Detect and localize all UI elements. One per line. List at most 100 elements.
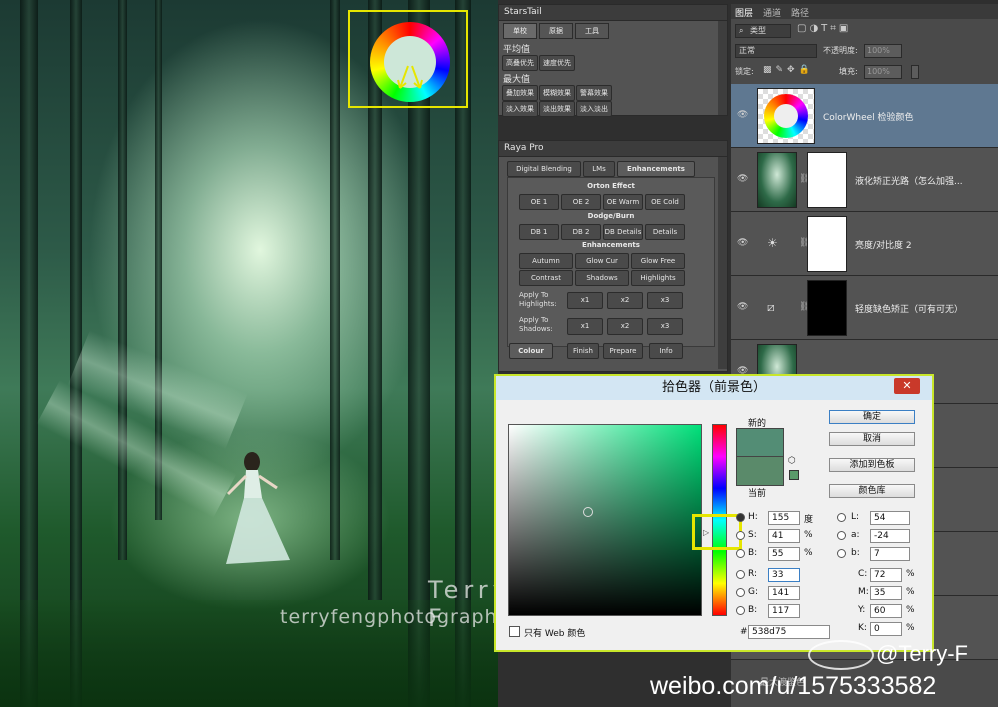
web-safe-swatch[interactable] (789, 470, 799, 480)
g-radio[interactable] (736, 588, 745, 597)
lab-b-input[interactable]: 7 (870, 547, 910, 561)
close-button[interactable]: ✕ (894, 378, 920, 394)
contrast-button[interactable]: Contrast (519, 270, 573, 286)
highlights-x1-button[interactable]: x1 (567, 292, 603, 309)
shadows-button[interactable]: Shadows (575, 270, 629, 286)
lock-icons[interactable]: ▩✎✥🔒 (763, 65, 814, 75)
highlights-x3-button[interactable]: x3 (647, 292, 683, 309)
curtain-effect-button[interactable]: 警幕效果 (576, 85, 612, 101)
current-color-swatch[interactable] (736, 456, 784, 486)
color-libraries-button[interactable]: 颜色库 (829, 484, 915, 498)
shadows-x3-button[interactable]: x3 (647, 318, 683, 335)
eye-icon[interactable]: 👁 (737, 174, 748, 184)
quality-first-button[interactable]: 高叠优先 (502, 55, 538, 71)
oe1-button[interactable]: OE 1 (519, 194, 559, 210)
tab-lms[interactable]: LMs (583, 161, 615, 177)
highlights-x2-button[interactable]: x2 (607, 292, 643, 309)
tab-source[interactable]: 原据 (539, 23, 573, 39)
fade-in-out-button[interactable]: 淡入淡出 (576, 101, 612, 117)
ok-button[interactable]: 确定 (829, 410, 915, 424)
photo-canvas[interactable]: Terry F terryfengphotography.lofter.com (0, 0, 498, 707)
layer-filter-select[interactable]: ⌕ 类型 (735, 24, 791, 38)
saturation-brightness-field[interactable] (508, 424, 702, 616)
oe-cold-button[interactable]: OE Cold (645, 194, 685, 210)
blend-mode-select[interactable]: 正常 (735, 44, 817, 58)
tab-prepare[interactable]: Prepare (603, 343, 643, 359)
filter-kind-value: 类型 (750, 26, 766, 35)
r-input[interactable]: 33 (768, 568, 800, 582)
layer-colorwheel[interactable]: 👁 ColorWheel 检验颜色 (731, 84, 998, 148)
a-input[interactable]: -24 (870, 529, 910, 543)
add-to-swatches-button[interactable]: 添加到色板 (829, 458, 915, 472)
layer-color-correction[interactable]: 👁 ⧄ ⛓ 轻度缺色矫正（可有可无） (731, 276, 998, 340)
section-average: 平均值 (503, 45, 531, 55)
oe2-button[interactable]: OE 2 (561, 194, 601, 210)
glow-free-button[interactable]: Glow Free (631, 253, 685, 269)
a-radio[interactable] (837, 531, 846, 540)
r-radio[interactable] (736, 570, 745, 579)
h-input[interactable]: 155 (768, 511, 800, 525)
eye-icon[interactable]: 👁 (737, 238, 748, 248)
highlights-button[interactable]: Highlights (631, 270, 685, 286)
blue-input[interactable]: 117 (768, 604, 800, 618)
k-label: K: (858, 623, 867, 633)
h-radio[interactable] (736, 513, 745, 522)
oe-warm-button[interactable]: OE Warm (603, 194, 643, 210)
tab-channels[interactable]: 通道 (763, 6, 781, 19)
tab-layers[interactable]: 图层 (735, 6, 753, 19)
tab-finish[interactable]: Finish (567, 343, 599, 359)
b-input[interactable]: 55 (768, 547, 800, 561)
shadows-x1-button[interactable]: x1 (567, 318, 603, 335)
tab-tools[interactable]: 工具 (575, 23, 609, 39)
tab-digital-blending[interactable]: Digital Blending (507, 161, 581, 177)
glow-cur-button[interactable]: Glow Cur (575, 253, 629, 269)
blur-effect-button[interactable]: 模糊效果 (539, 85, 575, 101)
shadows-x2-button[interactable]: x2 (607, 318, 643, 335)
hex-input[interactable]: 538d75 (748, 625, 830, 639)
tab-single[interactable]: 单校 (503, 23, 537, 39)
fade-out-button[interactable]: 淡出效果 (539, 101, 575, 117)
scrollbar[interactable] (718, 21, 727, 115)
layer-brightness-contrast[interactable]: 👁 ☀ ⛓ 亮度/对比度 2 (731, 212, 998, 276)
db1-button[interactable]: DB 1 (519, 224, 559, 240)
tab-info[interactable]: Info (649, 343, 683, 359)
k-input[interactable]: 0 (870, 622, 902, 636)
eye-icon[interactable]: 👁 (737, 110, 748, 120)
details-button[interactable]: Details (645, 224, 685, 240)
stack-effect-button[interactable]: 叠加效果 (502, 85, 538, 101)
g-input[interactable]: 141 (768, 586, 800, 600)
tab-paths[interactable]: 路径 (791, 6, 809, 19)
blue-radio[interactable] (736, 606, 745, 615)
b-radio[interactable] (736, 549, 745, 558)
autumn-button[interactable]: Autumn (519, 253, 573, 269)
layer-liquify[interactable]: 👁 ⛓ 液化矫正光路（怎么加强... (731, 148, 998, 212)
color-cursor[interactable] (583, 507, 593, 517)
m-input[interactable]: 35 (870, 586, 902, 600)
fade-in-button[interactable]: 淡入效果 (502, 101, 538, 117)
opacity-input[interactable]: 100% (864, 44, 902, 58)
db2-button[interactable]: DB 2 (561, 224, 601, 240)
filter-icons[interactable]: ▢◑T⌗▣ (797, 23, 851, 34)
eye-icon[interactable]: 👁 (737, 302, 748, 312)
tab-colour[interactable]: Colour (509, 343, 553, 359)
hue-highlight-box (692, 514, 742, 550)
s-input[interactable]: 41 (768, 529, 800, 543)
cube-icon[interactable]: ⬡ (788, 456, 796, 466)
l-radio[interactable] (837, 513, 846, 522)
raya-pro-panel: Raya Pro Digital Blending LMs Enhancemen… (498, 140, 728, 372)
y-input[interactable]: 60 (870, 604, 902, 618)
l-input[interactable]: 54 (870, 511, 910, 525)
fill-input[interactable]: 100% (864, 65, 902, 79)
web-only-checkbox[interactable] (509, 626, 520, 637)
hue-slider-marker[interactable]: ▷ (703, 528, 709, 537)
fill-dropdown[interactable] (911, 65, 919, 79)
s-radio[interactable] (736, 531, 745, 540)
tab-enhancements[interactable]: Enhancements (617, 161, 695, 177)
scrollbar[interactable] (718, 157, 727, 369)
cancel-button[interactable]: 取消 (829, 432, 915, 446)
lab-b-radio[interactable] (837, 549, 846, 558)
c-input[interactable]: 72 (870, 568, 902, 582)
db-details-button[interactable]: DB Details (603, 224, 643, 240)
girl-figure (226, 452, 290, 564)
speed-first-button[interactable]: 速度优先 (539, 55, 575, 71)
